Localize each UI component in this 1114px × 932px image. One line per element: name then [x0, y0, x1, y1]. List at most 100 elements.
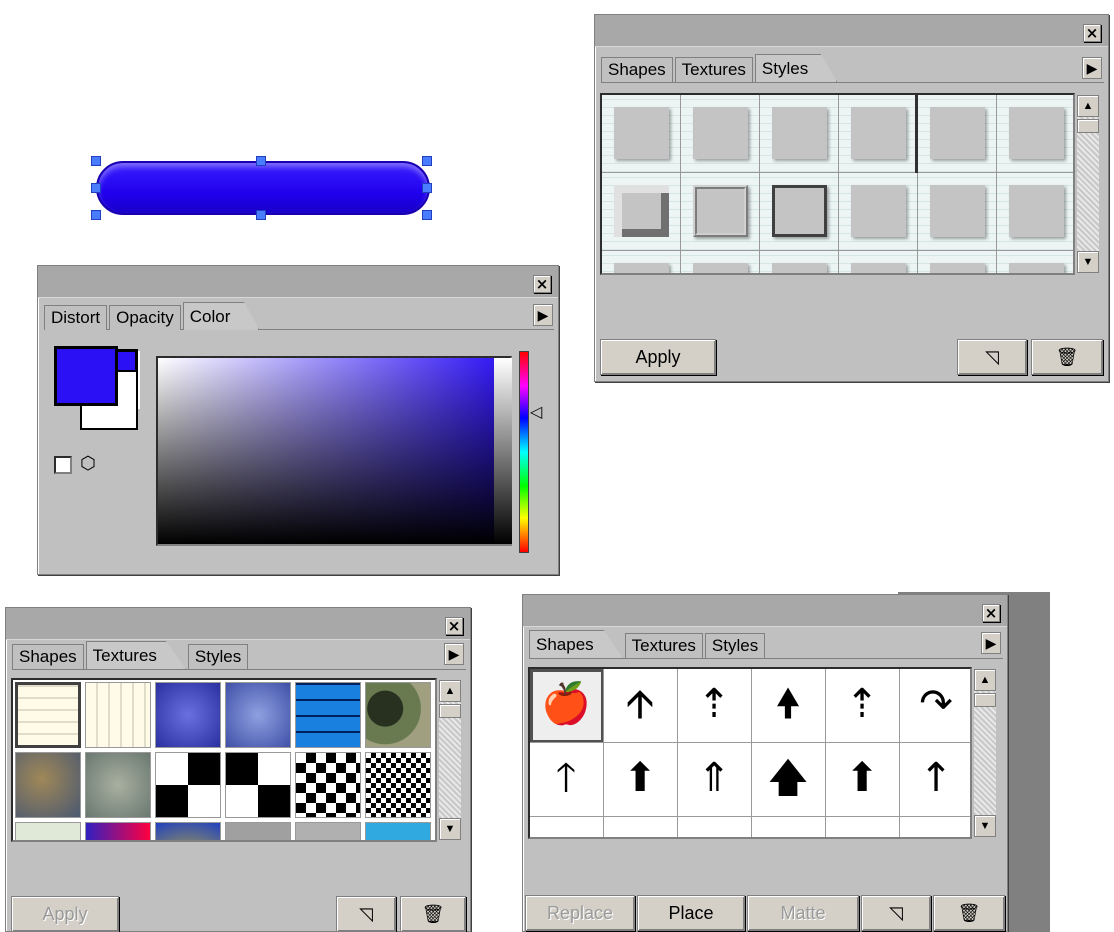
- selection-handle[interactable]: [91, 156, 101, 166]
- tab-textures[interactable]: Textures: [624, 633, 703, 658]
- close-icon[interactable]: ×: [1083, 24, 1101, 42]
- shape-swatch[interactable]: 🡅: [752, 743, 826, 817]
- scroll-thumb[interactable]: [974, 693, 996, 707]
- tab-textures[interactable]: Textures: [674, 57, 753, 82]
- scroll-down-icon[interactable]: ▼: [439, 818, 461, 840]
- hue-pointer-icon[interactable]: ◁: [530, 402, 542, 422]
- style-swatch[interactable]: [915, 95, 1000, 176]
- fill-color-swatch[interactable]: [54, 346, 118, 406]
- new-item-icon[interactable]: ◹: [957, 339, 1027, 375]
- style-swatch[interactable]: [760, 173, 839, 251]
- selection-handle[interactable]: [91, 210, 101, 220]
- panel-menu-arrow-icon[interactable]: ▶: [444, 643, 464, 665]
- shape-swatch[interactable]: 🡑: [530, 743, 604, 817]
- scroll-up-icon[interactable]: ▲: [439, 680, 461, 702]
- trash-icon[interactable]: 🗑: [1031, 339, 1103, 375]
- style-swatch[interactable]: [602, 95, 681, 173]
- brightness-strip[interactable]: [494, 358, 512, 544]
- style-swatch[interactable]: [681, 251, 760, 273]
- shape-swatch[interactable]: ⬆: [826, 743, 900, 817]
- replace-button[interactable]: Replace: [525, 895, 635, 931]
- shape-swatch[interactable]: ⇡: [826, 669, 900, 743]
- apply-button[interactable]: Apply: [11, 896, 119, 932]
- scroll-up-icon[interactable]: ▲: [974, 669, 996, 691]
- new-item-icon[interactable]: ◹: [336, 896, 396, 932]
- panel-titlebar[interactable]: [6, 608, 470, 640]
- no-color-checkbox[interactable]: [54, 456, 72, 474]
- style-swatch[interactable]: [997, 173, 1073, 251]
- scroll-down-icon[interactable]: ▼: [974, 815, 996, 837]
- style-swatch[interactable]: [839, 95, 918, 173]
- scroll-thumb[interactable]: [439, 704, 461, 718]
- scroll-up-icon[interactable]: ▲: [1077, 95, 1099, 117]
- shape-swatch[interactable]: ◎: [900, 817, 970, 837]
- style-swatch[interactable]: [681, 95, 760, 173]
- close-icon[interactable]: ×: [533, 275, 551, 293]
- hue-slider[interactable]: [519, 351, 529, 553]
- apply-button[interactable]: Apply: [600, 339, 716, 375]
- texture-swatch[interactable]: [365, 822, 431, 840]
- scroll-thumb[interactable]: [1077, 119, 1099, 133]
- trash-icon[interactable]: 🗑: [400, 896, 466, 932]
- selection-handle[interactable]: [256, 210, 266, 220]
- style-swatch[interactable]: [997, 95, 1073, 173]
- shape-swatch[interactable]: 🡩: [604, 669, 678, 743]
- style-swatch[interactable]: [997, 251, 1073, 273]
- shape-swatch[interactable]: ▲: [752, 817, 826, 837]
- new-item-icon[interactable]: ◹: [861, 895, 931, 931]
- style-swatch[interactable]: [760, 251, 839, 273]
- shape-swatch[interactable]: ▲: [530, 817, 604, 837]
- tab-textures[interactable]: Textures: [85, 641, 186, 669]
- texture-swatch[interactable]: [225, 822, 291, 840]
- texture-swatch[interactable]: [85, 822, 151, 840]
- shape-swatch[interactable]: 🍎: [530, 669, 604, 743]
- rounded-rectangle-shape[interactable]: [96, 161, 430, 215]
- shape-swatch[interactable]: ⇡: [678, 669, 752, 743]
- tab-distort[interactable]: Distort: [44, 305, 108, 330]
- panel-menu-arrow-icon[interactable]: ▶: [1082, 57, 1102, 79]
- texture-swatch[interactable]: [365, 752, 431, 818]
- style-swatch[interactable]: [839, 173, 918, 251]
- shape-swatch[interactable]: 🠝: [752, 669, 826, 743]
- tab-styles[interactable]: Styles: [187, 644, 249, 669]
- texture-swatch[interactable]: [225, 752, 291, 818]
- panel-titlebar[interactable]: [595, 15, 1108, 47]
- texture-swatch[interactable]: [15, 752, 81, 818]
- panel-menu-arrow-icon[interactable]: ▶: [981, 632, 1001, 654]
- tab-color[interactable]: Color: [182, 302, 260, 330]
- trash-icon[interactable]: 🗑: [933, 895, 1005, 931]
- texture-swatch[interactable]: [15, 822, 81, 840]
- style-swatch[interactable]: [681, 173, 760, 251]
- shape-swatch[interactable]: ▴: [826, 817, 900, 837]
- panel-menu-arrow-icon[interactable]: ▶: [533, 304, 553, 326]
- vertical-scrollbar[interactable]: ▲ ▼: [1077, 95, 1099, 273]
- tab-shapes[interactable]: Shapes: [601, 57, 673, 82]
- panel-titlebar[interactable]: [38, 266, 558, 298]
- style-swatch[interactable]: [918, 251, 997, 273]
- texture-swatch[interactable]: [365, 682, 431, 748]
- style-swatch[interactable]: [602, 173, 681, 251]
- close-icon[interactable]: ×: [445, 617, 463, 635]
- tab-styles[interactable]: Styles: [754, 54, 838, 82]
- selection-handle[interactable]: [422, 183, 432, 193]
- matte-button[interactable]: Matte: [747, 895, 859, 931]
- saturation-brightness-field[interactable]: [156, 356, 512, 546]
- scroll-down-icon[interactable]: ▼: [1077, 251, 1099, 273]
- texture-swatch[interactable]: [15, 682, 81, 748]
- style-swatch[interactable]: [839, 251, 918, 273]
- selected-shape[interactable]: [90, 155, 435, 220]
- shape-swatch[interactable]: ↑: [900, 743, 970, 817]
- selection-handle[interactable]: [422, 156, 432, 166]
- shape-swatch[interactable]: ↷: [900, 669, 970, 743]
- style-swatch[interactable]: [918, 173, 997, 251]
- texture-swatch[interactable]: [295, 682, 361, 748]
- tab-shapes[interactable]: Shapes: [12, 644, 84, 669]
- vertical-scrollbar[interactable]: ▲ ▼: [974, 669, 996, 837]
- shape-swatch[interactable]: ⇑: [678, 743, 752, 817]
- selection-handle[interactable]: [256, 156, 266, 166]
- tab-shapes[interactable]: Shapes: [529, 630, 623, 658]
- panel-titlebar[interactable]: [523, 595, 1007, 627]
- texture-swatch[interactable]: [225, 682, 291, 748]
- texture-swatch[interactable]: [295, 822, 361, 840]
- style-swatch[interactable]: [602, 251, 681, 273]
